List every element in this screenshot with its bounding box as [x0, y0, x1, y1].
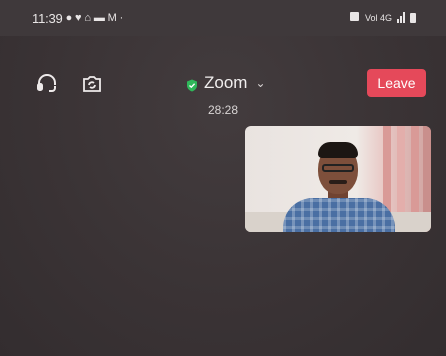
- leave-button[interactable]: Leave: [367, 69, 426, 97]
- person-shirt: [283, 198, 395, 232]
- meeting-title: Zoom: [204, 73, 248, 92]
- dot-icon: ·: [119, 12, 124, 24]
- person-glasses: [322, 164, 354, 172]
- signal-icon: [397, 12, 405, 23]
- chevron-down-icon: ⌄: [255, 76, 266, 90]
- person-hair: [318, 142, 358, 158]
- meeting-screen: 11:39 ● ♥ ⌂ ▬ M · Vol 4G Zoom ⌄ 28:28 Le…: [0, 0, 446, 356]
- headset-icon[interactable]: [34, 71, 60, 97]
- person-mustache: [329, 180, 347, 184]
- status-bar: 11:39 ● ♥ ⌂ ▬ M · Vol 4G: [0, 0, 446, 36]
- status-time: 11:39: [32, 11, 63, 26]
- card-icon: ▬: [93, 12, 105, 24]
- battery-icon: [410, 12, 416, 23]
- meeting-timer: 28:28: [207, 103, 239, 117]
- home-icon: ⌂: [84, 12, 91, 24]
- status-bar-right: Vol 4G: [349, 11, 416, 24]
- gmail-icon: M: [107, 12, 117, 24]
- heart-icon: ♥: [75, 12, 82, 24]
- self-video-tile[interactable]: [245, 126, 431, 232]
- alarm-icon: [349, 11, 360, 24]
- shield-check-icon: [186, 77, 198, 91]
- status-bar-left: 11:39 ● ♥ ⌂ ▬ M ·: [32, 11, 123, 26]
- volte-icon: Vol 4G: [364, 12, 392, 23]
- switch-camera-icon[interactable]: [79, 71, 105, 97]
- meeting-title-dropdown[interactable]: Zoom ⌄: [186, 73, 266, 93]
- messenger-icon: ●: [65, 12, 73, 24]
